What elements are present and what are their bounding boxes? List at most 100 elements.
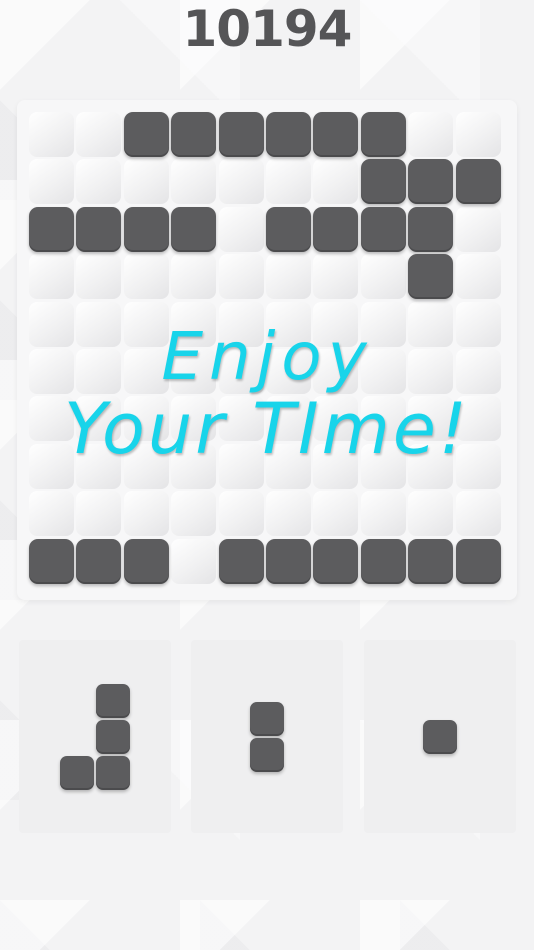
board-cell[interactable] xyxy=(455,254,501,300)
board-cell[interactable] xyxy=(455,443,501,489)
placed-block xyxy=(408,538,454,584)
board-cell[interactable] xyxy=(171,301,217,347)
board-cell[interactable] xyxy=(455,491,501,537)
board-cell[interactable] xyxy=(123,254,169,300)
board-cell[interactable] xyxy=(266,301,311,347)
board-cell[interactable] xyxy=(408,443,454,489)
board-cell[interactable] xyxy=(266,349,311,394)
board-cell[interactable] xyxy=(171,159,217,205)
board-cell[interactable] xyxy=(455,112,501,157)
board-cell[interactable] xyxy=(266,159,311,205)
placed-block xyxy=(76,206,122,252)
board-cell[interactable] xyxy=(218,491,264,537)
piece-block xyxy=(60,755,94,790)
board-cell[interactable] xyxy=(76,396,122,442)
placed-block xyxy=(313,538,359,584)
board-cell[interactable] xyxy=(218,396,264,442)
board-cell[interactable] xyxy=(218,443,264,489)
board-cell[interactable] xyxy=(123,396,169,442)
placed-block xyxy=(266,206,311,252)
score-display: 10194 xyxy=(182,0,353,58)
piece-block xyxy=(96,719,130,754)
placed-block xyxy=(313,206,359,252)
placed-block xyxy=(218,538,264,584)
board-cell[interactable] xyxy=(29,396,74,442)
board-cell[interactable] xyxy=(123,159,169,205)
piece-block xyxy=(423,719,457,754)
game-board[interactable] xyxy=(17,100,517,600)
board-cell[interactable] xyxy=(266,254,311,300)
board-cell[interactable] xyxy=(455,349,501,394)
placed-block xyxy=(408,254,454,300)
board-cell[interactable] xyxy=(171,396,217,442)
board-cell[interactable] xyxy=(218,254,264,300)
vertical-domino[interactable] xyxy=(250,701,284,772)
board-cell[interactable] xyxy=(29,159,74,205)
board-cell[interactable] xyxy=(123,349,169,394)
piece-tray-3[interactable] xyxy=(364,640,516,833)
placed-block xyxy=(266,112,311,157)
board-cell[interactable] xyxy=(408,396,454,442)
board-cell[interactable] xyxy=(266,491,311,537)
board-cell[interactable] xyxy=(408,491,454,537)
placed-block xyxy=(455,538,501,584)
board-cell[interactable] xyxy=(171,443,217,489)
board-cell[interactable] xyxy=(360,254,406,300)
board-cell[interactable] xyxy=(266,396,311,442)
board-cell[interactable] xyxy=(408,349,454,394)
board-cell[interactable] xyxy=(218,301,264,347)
board-grid[interactable] xyxy=(29,112,503,586)
board-cell[interactable] xyxy=(123,491,169,537)
board-cell[interactable] xyxy=(218,206,264,252)
board-cell[interactable] xyxy=(218,349,264,394)
single-block[interactable] xyxy=(423,719,457,754)
board-cell[interactable] xyxy=(313,396,359,442)
board-cell[interactable] xyxy=(76,159,122,205)
board-cell[interactable] xyxy=(76,349,122,394)
placed-block xyxy=(360,206,406,252)
board-cell[interactable] xyxy=(360,443,406,489)
board-cell[interactable] xyxy=(29,443,74,489)
board-cell[interactable] xyxy=(455,301,501,347)
board-cell[interactable] xyxy=(76,112,122,157)
board-cell[interactable] xyxy=(123,301,169,347)
board-cell[interactable] xyxy=(360,491,406,537)
board-cell[interactable] xyxy=(313,349,359,394)
board-cell[interactable] xyxy=(313,159,359,205)
board-cell[interactable] xyxy=(360,396,406,442)
board-cell[interactable] xyxy=(313,443,359,489)
j-piece[interactable] xyxy=(60,683,130,790)
board-cell[interactable] xyxy=(29,491,74,537)
placed-block xyxy=(313,112,359,157)
board-cell[interactable] xyxy=(76,443,122,489)
board-cell[interactable] xyxy=(76,301,122,347)
board-cell[interactable] xyxy=(360,301,406,347)
board-cell[interactable] xyxy=(455,396,501,442)
board-cell[interactable] xyxy=(29,349,74,394)
placed-block xyxy=(29,538,74,584)
board-cell[interactable] xyxy=(29,301,74,347)
board-cell[interactable] xyxy=(313,254,359,300)
board-cell[interactable] xyxy=(408,301,454,347)
board-cell[interactable] xyxy=(171,349,217,394)
board-cell[interactable] xyxy=(360,349,406,394)
board-cell[interactable] xyxy=(171,538,217,584)
board-cell[interactable] xyxy=(29,254,74,300)
board-cell[interactable] xyxy=(29,112,74,157)
piece-tray-2[interactable] xyxy=(191,640,343,833)
board-cell[interactable] xyxy=(455,206,501,252)
piece-tray-1[interactable] xyxy=(19,640,171,833)
board-cell[interactable] xyxy=(76,491,122,537)
placed-block xyxy=(408,206,454,252)
board-cell[interactable] xyxy=(171,491,217,537)
board-cell[interactable] xyxy=(266,443,311,489)
piece-block xyxy=(96,683,130,718)
board-cell[interactable] xyxy=(408,112,454,157)
board-cell[interactable] xyxy=(123,443,169,489)
placed-block xyxy=(408,159,454,205)
board-cell[interactable] xyxy=(218,159,264,205)
board-cell[interactable] xyxy=(313,491,359,537)
board-cell[interactable] xyxy=(313,301,359,347)
board-cell[interactable] xyxy=(76,254,122,300)
board-cell[interactable] xyxy=(171,254,217,300)
